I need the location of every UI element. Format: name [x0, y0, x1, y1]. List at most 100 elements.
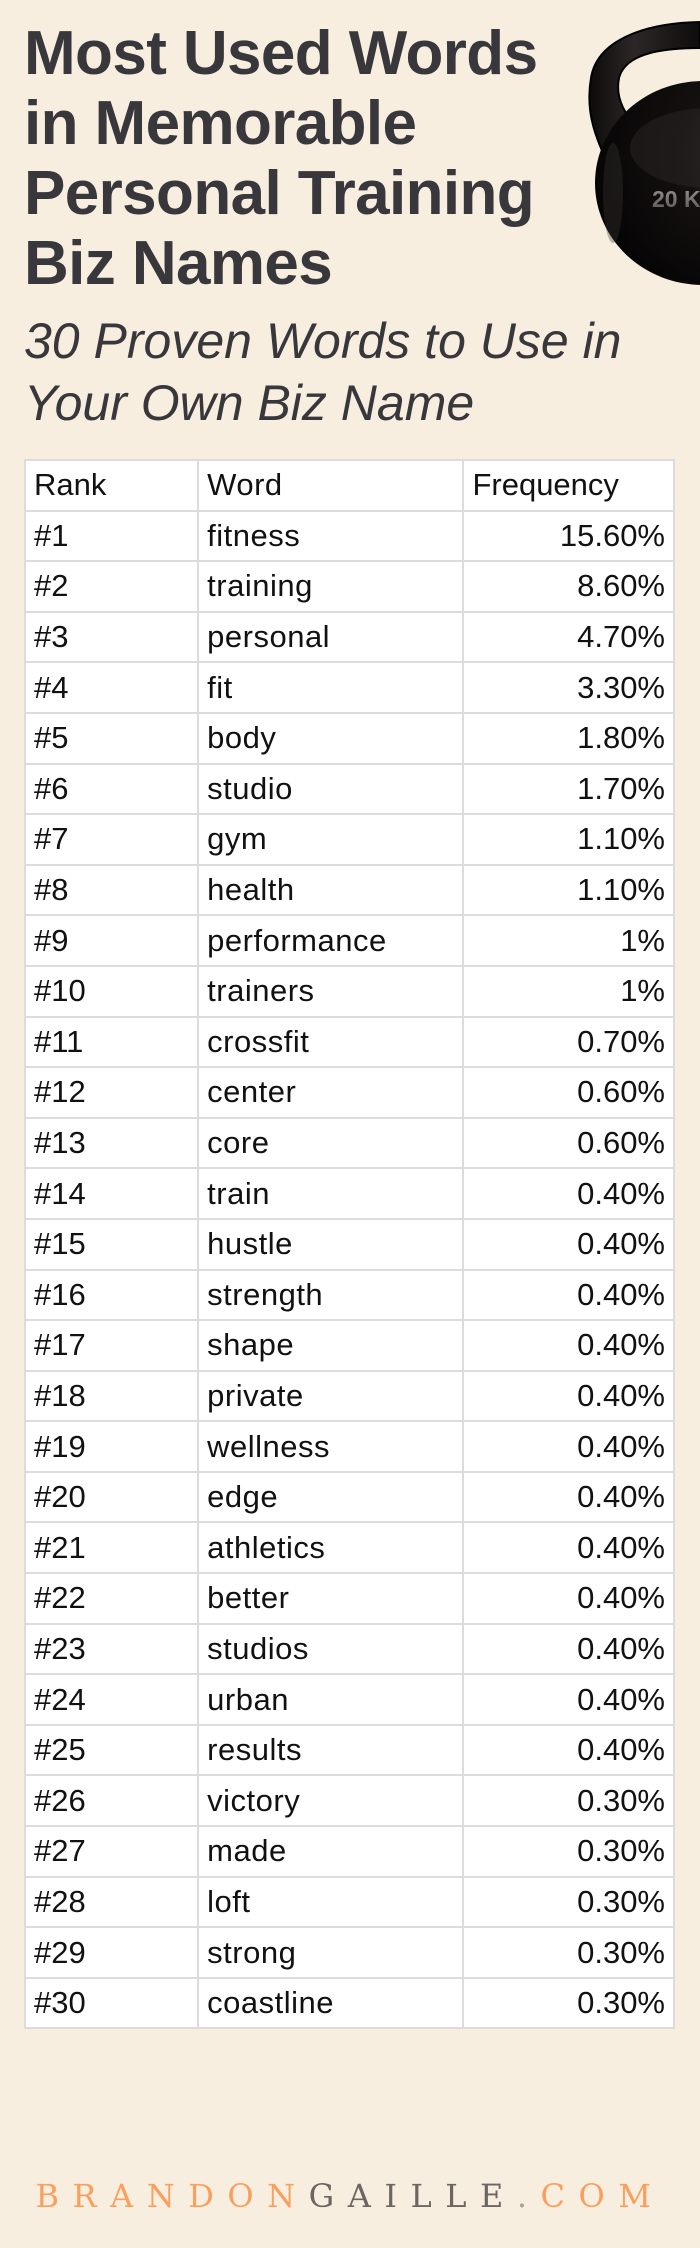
table-row: #11 crossfit 0.70% [23, 1015, 675, 1069]
word-cell: gym [197, 813, 465, 866]
table-row: #1 fitness 15.60% [23, 509, 675, 563]
word-cell: loft [197, 1875, 465, 1929]
word-cell: training [197, 560, 465, 613]
rank-cell: #5 [23, 711, 200, 765]
frequency-cell: 1.10% [462, 863, 675, 917]
word-cell: health [197, 863, 465, 917]
table-row: #8 health 1.10% [23, 863, 675, 917]
rank-cell: #7 [23, 813, 200, 866]
table-row: #26 victory 0.30% [23, 1774, 675, 1828]
frequency-cell: 1.80% [462, 711, 675, 765]
rank-cell: #8 [23, 863, 200, 917]
frequency-cell: 0.40% [462, 1167, 675, 1220]
table-row: #2 training 8.60% [23, 560, 675, 613]
table-row: #7 gym 1.10% [23, 813, 675, 866]
word-cell: center [197, 1066, 465, 1119]
rank-cell: #30 [23, 1976, 200, 2030]
rank-cell: #14 [23, 1167, 200, 1220]
rank-cell: #17 [23, 1319, 200, 1372]
rank-cell: #28 [23, 1875, 200, 1929]
frequency-cell: 0.40% [462, 1470, 675, 1524]
frequency-cell: 0.40% [462, 1723, 675, 1777]
word-frequency-table: Rank Word Frequency #1 fitness 15.60% #2 tra… [23, 459, 675, 2030]
frequency-cell: 0.30% [462, 1976, 675, 2030]
word-cell: strong [197, 1926, 465, 1979]
rank-cell: #10 [23, 964, 200, 1018]
table-row: #15 hustle 0.40% [23, 1217, 675, 1271]
word-cell: wellness [197, 1420, 465, 1473]
page-subtitle: 30 Proven Words to Use in Your Own Biz N… [24, 310, 694, 434]
word-cell: personal [197, 610, 465, 664]
word-cell: studio [197, 762, 465, 816]
rank-cell: #2 [23, 560, 200, 613]
word-cell: coastline [197, 1976, 465, 2030]
frequency-cell: 0.30% [462, 1774, 675, 1828]
word-cell: hustle [197, 1217, 465, 1271]
title-line: in Memorable [24, 89, 417, 158]
frequency-cell: 1% [462, 914, 675, 967]
rank-cell: #21 [23, 1521, 200, 1575]
rank-cell: #24 [23, 1673, 200, 1726]
table-row: #13 core 0.60% [23, 1116, 675, 1170]
word-cell: crossfit [197, 1015, 465, 1069]
frequency-cell: 0.30% [462, 1825, 675, 1878]
frequency-cell: 0.40% [462, 1673, 675, 1726]
rank-cell: #26 [23, 1774, 200, 1828]
rank-cell: #18 [23, 1369, 200, 1423]
table-row: #5 body 1.80% [23, 711, 675, 765]
table-row: #23 studios 0.40% [23, 1622, 675, 1676]
frequency-cell: 0.60% [462, 1116, 675, 1170]
table-row: #3 personal 4.70% [23, 610, 675, 664]
title-line: Most Used Words [24, 19, 538, 88]
table-row: #6 studio 1.70% [23, 762, 675, 816]
word-cell: edge [197, 1470, 465, 1524]
title-line: Personal Training [24, 159, 535, 228]
column-header-rank: Rank [23, 459, 200, 512]
brand-name-part1: BRANDON [35, 2177, 309, 2215]
table-row: #30 coastline 0.30% [23, 1976, 675, 2030]
column-header-frequency: Frequency [462, 459, 675, 512]
word-cell: better [197, 1572, 465, 1625]
rank-cell: #16 [23, 1268, 200, 1322]
frequency-cell: 1% [462, 964, 675, 1018]
word-cell: strength [197, 1268, 465, 1322]
kettlebell-icon: 20 KG [588, 20, 700, 285]
table-row: #20 edge 0.40% [23, 1470, 675, 1524]
table-row: #4 fit 3.30% [23, 661, 675, 714]
rank-cell: #20 [23, 1470, 200, 1524]
frequency-cell: 0.40% [462, 1420, 675, 1473]
table-row: #25 results 0.40% [23, 1723, 675, 1777]
rank-cell: #15 [23, 1217, 200, 1271]
page-title: Most Used Words in Memorable Personal Tr… [24, 19, 584, 299]
word-cell: fit [197, 661, 465, 714]
frequency-cell: 0.40% [462, 1319, 675, 1372]
subtitle-line: Your Own Biz Name [24, 375, 475, 431]
frequency-cell: 0.40% [462, 1369, 675, 1423]
table-row: #17 shape 0.40% [23, 1319, 675, 1372]
brand-footer: BRANDONGAILLE.COM [0, 2176, 700, 2216]
rank-cell: #9 [23, 914, 200, 967]
table-row: #10 trainers 1% [23, 964, 675, 1018]
word-cell: core [197, 1116, 465, 1170]
table-row: #29 strong 0.30% [23, 1926, 675, 1979]
rank-cell: #12 [23, 1066, 200, 1119]
frequency-cell: 15.60% [462, 509, 675, 563]
word-cell: athletics [197, 1521, 465, 1575]
frequency-cell: 8.60% [462, 560, 675, 613]
frequency-cell: 0.40% [462, 1217, 675, 1271]
rank-cell: #29 [23, 1926, 200, 1979]
frequency-cell: 0.70% [462, 1015, 675, 1069]
frequency-cell: 0.40% [462, 1572, 675, 1625]
table-row: #27 made 0.30% [23, 1825, 675, 1878]
rank-cell: #1 [23, 509, 200, 563]
brand-domain: COM [540, 2177, 665, 2215]
column-header-word: Word [197, 459, 465, 512]
frequency-cell: 1.70% [462, 762, 675, 816]
frequency-cell: 0.40% [462, 1622, 675, 1676]
table-row: #24 urban 0.40% [23, 1673, 675, 1726]
subtitle-line: 30 Proven Words to Use in [24, 313, 622, 369]
rank-cell: #6 [23, 762, 200, 816]
table-row: #9 performance 1% [23, 914, 675, 967]
word-cell: shape [197, 1319, 465, 1372]
table-row: #21 athletics 0.40% [23, 1521, 675, 1575]
